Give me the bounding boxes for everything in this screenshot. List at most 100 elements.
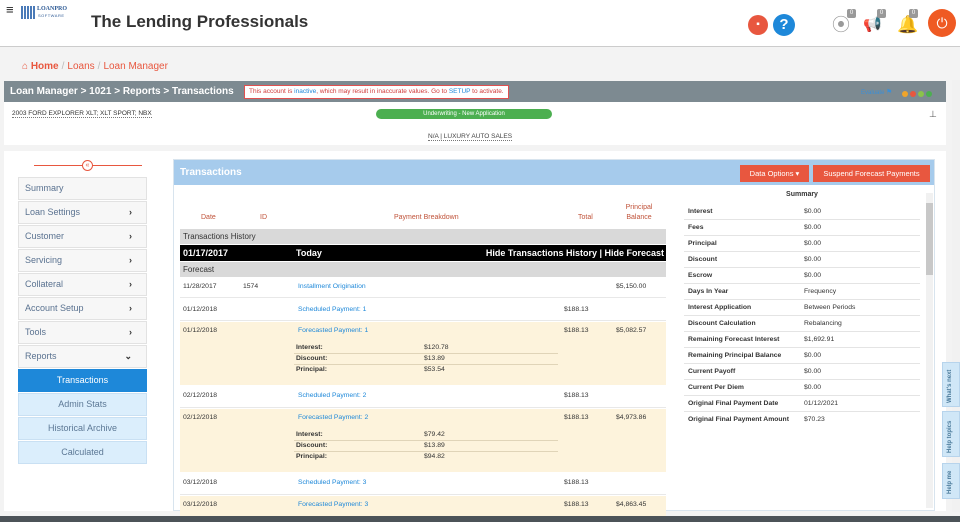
row-description[interactable]: Forecasted Payment: 2 (298, 414, 368, 421)
row-total: $188.13 (564, 306, 589, 313)
collapse-sidebar: « (34, 160, 142, 171)
alert-inactive-link[interactable]: inactive (294, 88, 316, 95)
chevron-right-icon: › (129, 279, 132, 289)
megaphone-icon[interactable]: 📢 (863, 15, 882, 35)
summary-title: Summary (786, 191, 818, 198)
summary-row: Discount Calculation Rebalancing (684, 316, 920, 332)
row-date: 01/12/2018 (183, 327, 218, 334)
scroll-thumb[interactable] (926, 203, 933, 275)
summary-row: Current Per Diem $0.00 (684, 380, 920, 396)
data-options-button[interactable]: Data Options ▾ (740, 165, 809, 182)
row-description[interactable]: Scheduled Payment: 3 (298, 479, 366, 486)
col-principal-balance: Principal Balance (625, 204, 653, 221)
breakdown-line: Principal: $53.54 (296, 366, 445, 373)
row-description[interactable]: Forecasted Payment: 1 (298, 327, 368, 334)
sidebar-item-reports[interactable]: Reports ⌄ (18, 345, 147, 368)
sidebar: Summary Loan Settings › Customer › Servici… (18, 177, 147, 465)
breadcrumb-loan-manager[interactable]: Loan Manager (103, 61, 168, 72)
sidebar-item-account-setup[interactable]: Account Setup › (18, 297, 147, 320)
breakdown-line: Discount: $13.89 (294, 441, 558, 452)
chevron-right-icon: › (129, 231, 132, 241)
sidebar-item-servicing[interactable]: Servicing › (18, 249, 147, 272)
collapse-icon[interactable]: « (82, 160, 93, 171)
logo-mark (21, 6, 35, 19)
breakdown-line: Principal: $94.82 (296, 453, 445, 460)
company-logo[interactable]: LOANPRO SOFTWARE (21, 4, 81, 22)
breakdown-line: Discount: $13.89 (294, 354, 558, 365)
menu-icon[interactable]: ≡ (6, 3, 14, 16)
today-date: 01/17/2017 (183, 248, 229, 258)
status-dot[interactable] (926, 91, 932, 97)
forecast-section-label: Forecast (180, 262, 666, 277)
breadcrumb-home[interactable]: Home (31, 61, 59, 72)
sidebar-item-tools[interactable]: Tools › (18, 321, 147, 344)
table-row: 03/12/2018 Scheduled Payment: 3 $188.13 (180, 473, 666, 495)
col-total: Total (578, 214, 593, 221)
panel-title: Transactions (180, 167, 242, 178)
table-row: 01/12/2018 Scheduled Payment: 1 $188.13 (180, 299, 666, 321)
sidebar-subitem-calculated[interactable]: Calculated (18, 441, 147, 464)
status-dot[interactable] (910, 91, 916, 97)
dealer-info[interactable]: N/A | LUXURY AUTO SALES (428, 133, 513, 141)
main-content: « Summary Loan Settings › Customer › Servi… (4, 151, 946, 520)
row-description[interactable]: Forecasted Payment: 3 (298, 501, 368, 508)
footer-bar (0, 516, 960, 522)
evaluate-link[interactable]: Evaluate ⚑ (861, 88, 892, 96)
summary-row: Interest $0.00 (684, 204, 920, 220)
help-me-tab[interactable]: Help me (942, 463, 960, 499)
vehicle-info[interactable]: 2003 FORD EXPLORER XLT; XLT SPORT; NBX (12, 110, 152, 118)
col-id: ID (260, 214, 267, 221)
row-description[interactable]: Installment Origination (298, 283, 366, 290)
chat-icon[interactable]: ▪ (748, 15, 768, 35)
row-description[interactable]: Scheduled Payment: 1 (298, 306, 366, 313)
logo-subtext: SOFTWARE (38, 13, 65, 18)
whats-next-tab[interactable]: What's next (942, 362, 960, 407)
breakdown-line: Interest: $120.78 (294, 343, 558, 354)
sidebar-item-loan-settings[interactable]: Loan Settings › (18, 201, 147, 224)
status-dot[interactable] (902, 91, 908, 97)
help-icon[interactable]: ? (773, 14, 795, 36)
row-date: 11/28/2017 (183, 283, 217, 290)
summary-row: Remaining Forecast Interest $1,692.91 (684, 332, 920, 348)
summary-row: Interest Application Between Periods (684, 300, 920, 316)
sidebar-item-customer[interactable]: Customer › (18, 225, 147, 248)
col-breakdown: Payment Breakdown (394, 214, 459, 221)
transactions-panel: Transactions Data Options ▾ Suspend Fore… (173, 159, 935, 520)
row-id: 1574 (243, 283, 259, 290)
status-badge[interactable]: Underwriting - New Application (376, 109, 552, 119)
row-balance: $5,082.57 (616, 327, 647, 334)
loan-subheader: 2003 FORD EXPLORER XLT; XLT SPORT; NBX U… (4, 102, 946, 145)
row-description[interactable]: Scheduled Payment: 2 (298, 392, 366, 399)
power-icon[interactable]: ⏻ (928, 9, 956, 37)
status-dot[interactable] (918, 91, 924, 97)
summary-row: Discount $0.00 (684, 252, 920, 268)
sidebar-subitem-admin-stats[interactable]: Admin Stats (18, 393, 147, 416)
hide-links[interactable]: Hide Transactions History | Hide Forecas… (486, 245, 664, 261)
chevron-right-icon: › (129, 327, 132, 337)
sidebar-subitem-transactions[interactable]: Transactions (18, 369, 147, 392)
today-label: Today (296, 248, 322, 258)
broadcast-icon[interactable]: ⦿ (832, 15, 850, 35)
chevron-right-icon: › (129, 303, 132, 313)
suspend-forecast-button[interactable]: Suspend Forecast Payments (813, 165, 930, 182)
row-balance: $4,863.45 (616, 501, 647, 508)
top-bar: ≡ LOANPRO SOFTWARE The Lending Professio… (0, 0, 960, 47)
summary-row: Principal $0.00 (684, 236, 920, 252)
row-date: 03/12/2018 (183, 501, 218, 508)
help-topics-tab[interactable]: Help topics (942, 411, 960, 457)
pin-icon[interactable]: ⊥ (929, 109, 937, 120)
broadcast-badge: 0 (847, 9, 856, 18)
summary-row: Fees $0.00 (684, 220, 920, 236)
panel-scrollbar[interactable] (926, 193, 933, 508)
row-total: $188.13 (564, 327, 589, 334)
sidebar-item-collateral[interactable]: Collateral › (18, 273, 147, 296)
alert-setup-link[interactable]: SETUP (449, 88, 471, 95)
history-section-label: Transactions History (180, 229, 666, 244)
logo-text: LOANPRO (37, 6, 67, 12)
sidebar-item-summary[interactable]: Summary (18, 177, 147, 200)
breadcrumb-loans[interactable]: Loans (67, 61, 94, 72)
alert-text: This account is (249, 88, 295, 95)
sidebar-subitem-historical-archive[interactable]: Historical Archive (18, 417, 147, 440)
bell-icon[interactable]: 🔔 (897, 15, 918, 35)
breadcrumb: ⌂ Home / Loans / Loan Manager (22, 61, 168, 72)
